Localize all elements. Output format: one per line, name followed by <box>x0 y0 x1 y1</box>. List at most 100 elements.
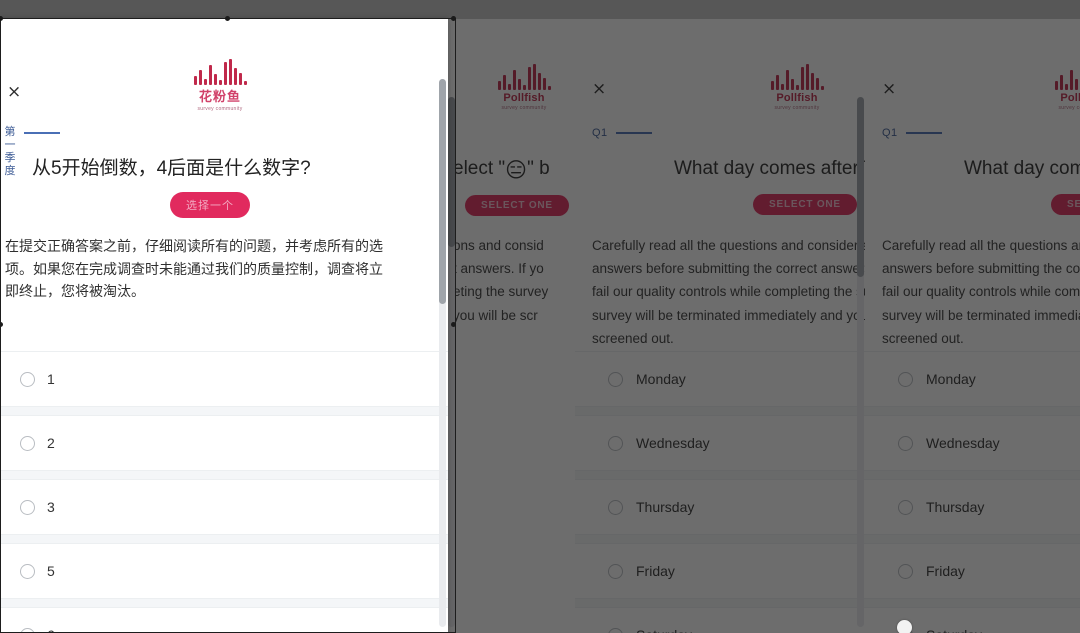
mouse-cursor <box>897 620 912 633</box>
list-item[interactable]: 3 <box>0 479 448 535</box>
list-item-label: 1 <box>47 371 55 387</box>
radio-icon[interactable] <box>608 371 623 387</box>
list-item-label: Saturday <box>636 627 692 633</box>
list-item[interactable]: Thursday <box>865 479 1080 535</box>
question-number-row: Q1 <box>882 127 942 139</box>
list-item-label: Friday <box>926 563 965 579</box>
radio-icon[interactable] <box>20 499 35 515</box>
scrollbar-thumb[interactable] <box>439 79 446 304</box>
screenshot-stage: × Pollfish survey community Q1 What day … <box>0 0 1080 633</box>
radio-icon[interactable] <box>898 435 913 451</box>
question-text: What day comes after Tuesday? <box>964 158 1080 179</box>
waveform-bars-icon <box>1021 64 1080 90</box>
question-text: What day comes after Tuesday? <box>674 158 865 179</box>
list-item[interactable]: Wednesday <box>575 415 865 471</box>
brand-tagline: survey community <box>774 105 820 111</box>
scrollbar-thumb[interactable] <box>448 97 455 247</box>
radio-icon[interactable] <box>20 563 35 579</box>
radio-icon[interactable] <box>898 499 913 515</box>
list-item-label: Thursday <box>636 499 695 515</box>
waveform-bars-icon <box>160 59 280 85</box>
survey-panel-third[interactable]: × Pollfish survey community Q1 What day … <box>575 19 865 633</box>
brand-logo: Pollfish survey community <box>1021 64 1080 111</box>
select-one-badge: SELECT ONE <box>753 194 857 215</box>
list-item[interactable]: Friday <box>865 543 1080 599</box>
waveform-bars-icon <box>737 64 857 90</box>
list-item[interactable]: Friday <box>575 543 865 599</box>
divider <box>0 599 448 607</box>
radio-icon[interactable] <box>898 371 913 387</box>
divider <box>865 535 1080 543</box>
selection-handle-middle-right[interactable] <box>451 322 456 327</box>
list-item-label: 5 <box>47 563 55 579</box>
list-item-label: 2 <box>47 435 55 451</box>
expressionless-face-emoji: 😑 <box>505 159 528 182</box>
list-item[interactable]: Monday <box>865 351 1080 407</box>
brand-tagline: survey community <box>501 105 547 111</box>
close-icon[interactable]: × <box>7 84 21 101</box>
scrollbar[interactable] <box>439 79 446 627</box>
close-icon[interactable]: × <box>592 81 606 98</box>
radio-icon[interactable] <box>20 435 35 451</box>
list-item-label: 3 <box>47 499 55 515</box>
scrollbar-thumb[interactable] <box>857 97 864 277</box>
instructions-line: ons and consid <box>453 238 544 253</box>
list-item[interactable]: Thursday <box>575 479 865 535</box>
survey-panel-front-chinese[interactable]: × 花粉鱼 survey community 第一季度 从5开始倒数，4后面是什… <box>0 19 448 633</box>
select-one-badge: SELECT ONE <box>465 195 569 216</box>
question-number: Q1 <box>592 127 608 139</box>
radio-icon[interactable] <box>20 371 35 387</box>
brand-tagline: survey community <box>1058 105 1080 111</box>
divider <box>0 407 448 415</box>
selection-handle-top-right[interactable] <box>451 16 456 21</box>
question-text-after: " b <box>527 158 550 179</box>
close-icon[interactable]: × <box>882 81 896 98</box>
survey-panel-fourth[interactable]: × Pollfish survey community Q1 What day … <box>865 19 1080 633</box>
list-item-label: Friday <box>636 563 675 579</box>
question-number: 第一季度 <box>4 126 16 177</box>
radio-icon[interactable] <box>608 499 623 515</box>
divider <box>575 471 865 479</box>
list-item[interactable]: 2 <box>0 415 448 471</box>
answers-list-third[interactable]: Monday Wednesday Thursday Friday <box>575 351 865 633</box>
list-item[interactable]: 6 <box>0 607 448 633</box>
brand-name: Pollfish <box>503 92 545 104</box>
question-number-row: Q1 <box>592 127 652 139</box>
survey-panel-second[interactable]: Pollfish survey community elect "😑" b SE… <box>445 19 575 633</box>
selection-handle-top-center[interactable] <box>225 16 230 21</box>
list-item[interactable]: 1 <box>0 351 448 407</box>
list-item[interactable]: Monday <box>575 351 865 407</box>
divider <box>0 535 448 543</box>
question-number-underline <box>615 132 652 134</box>
instructions-text: 在提交正确答案之前，仔细阅读所有的问题，并考虑所有的选项。如果您在完成调查时未能… <box>5 238 383 300</box>
answers-list-fourth[interactable]: Monday Wednesday Thursday Friday <box>865 351 1080 633</box>
answers-list-front[interactable]: 1 2 3 5 <box>0 351 448 633</box>
list-item-label: Saturday <box>926 627 982 633</box>
divider <box>865 471 1080 479</box>
list-item[interactable]: Saturday <box>575 607 865 633</box>
scrollbar[interactable] <box>448 97 455 627</box>
divider <box>575 535 865 543</box>
instructions-line: t answers. If yo <box>453 261 544 277</box>
list-item[interactable]: 5 <box>0 543 448 599</box>
radio-icon[interactable] <box>20 627 35 633</box>
radio-icon[interactable] <box>898 563 913 579</box>
list-item[interactable]: Wednesday <box>865 415 1080 471</box>
brand-name: Pollfish <box>1060 92 1080 104</box>
list-item-label: Monday <box>926 371 976 387</box>
question-number: Q1 <box>882 127 898 139</box>
divider <box>0 471 448 479</box>
brand-name: Pollfish <box>776 92 818 104</box>
instructions-text: Carefully read all the questions and con… <box>882 238 1080 346</box>
question-number-underline <box>905 132 942 134</box>
radio-icon[interactable] <box>608 563 623 579</box>
select-one-badge: 选择一个 <box>170 192 250 218</box>
divider <box>575 599 865 607</box>
list-item-label: Thursday <box>926 499 985 515</box>
scrollbar[interactable] <box>857 97 864 627</box>
instructions-text: Carefully read all the questions and con… <box>592 238 865 346</box>
radio-icon[interactable] <box>608 435 623 451</box>
question-text-before: elect " <box>453 158 506 179</box>
brand-logo: 花粉鱼 survey community <box>160 59 280 112</box>
radio-icon[interactable] <box>608 627 623 633</box>
